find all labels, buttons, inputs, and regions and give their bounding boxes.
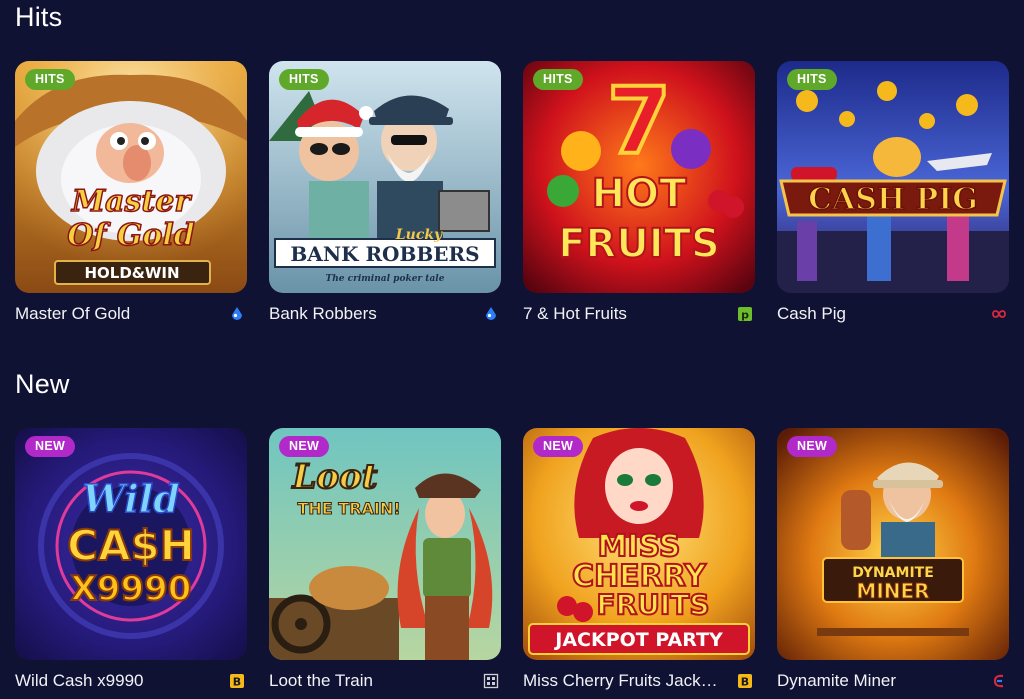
game-lobby: Hits Master Of Gold HOLD&WIN HITS Master… (0, 0, 1024, 699)
game-info: Dynamite Miner (777, 671, 1009, 693)
game-card-bank-robbers[interactable]: BANK ROBBERS Lucky The criminal poker ta… (269, 61, 501, 323)
svg-text:JACKPOT PARTY: JACKPOT PARTY (553, 629, 723, 651)
svg-text:CA$H: CA$H (67, 521, 195, 570)
game-title[interactable]: 7 & Hot Fruits (523, 304, 723, 324)
game-title[interactable]: Miss Cherry Fruits Jackp… (523, 671, 723, 691)
game-card-wild-cash-x9990[interactable]: Wild CA$H X9990 NEW Wild Cash x9990 B (15, 428, 247, 690)
game-thumbnail[interactable]: Wild CA$H X9990 NEW (15, 428, 247, 660)
game-title[interactable]: Cash Pig (777, 304, 977, 324)
game-card-cash-pig[interactable]: CASH PIG HITS Cash Pig (777, 61, 1009, 323)
b-provider-icon: B (229, 673, 245, 689)
game-card-loot-the-train[interactable]: Loot THE TRAIN! NEW Loot the Train (269, 428, 501, 690)
game-title[interactable]: Master Of Gold (15, 304, 215, 324)
game-card-master-of-gold[interactable]: Master Of Gold HOLD&WIN HITS Master Of G… (15, 61, 247, 323)
svg-text:CASH PIG: CASH PIG (808, 182, 978, 217)
new-badge: NEW (787, 436, 838, 457)
game-thumbnail[interactable]: Loot THE TRAIN! NEW (269, 428, 501, 660)
game-info: Cash Pig (777, 304, 1009, 326)
svg-text:FRUITS: FRUITS (558, 221, 720, 267)
hits-badge: HITS (787, 69, 837, 90)
game-thumbnail[interactable]: CASH PIG HITS (777, 61, 1009, 293)
svg-text:7: 7 (607, 68, 671, 175)
svg-text:X9990: X9990 (71, 569, 192, 609)
game-thumbnail[interactable]: MISS CHERRY FRUITS JACKPOT PARTY NEW (523, 428, 755, 660)
game-title[interactable]: Wild Cash x9990 (15, 671, 215, 691)
p-provider-icon: p (737, 306, 753, 322)
wild-cash-artwork: Wild CA$H X9990 (15, 428, 247, 660)
svg-text:Lucky: Lucky (395, 227, 443, 243)
game-title[interactable]: Dynamite Miner (777, 671, 977, 691)
game-info: Master Of Gold (15, 304, 247, 326)
master-of-gold-artwork: Master Of Gold HOLD&WIN (15, 61, 247, 293)
hits-badge: HITS (533, 69, 583, 90)
game-info: Wild Cash x9990 B (15, 671, 247, 693)
blue-drop-provider-icon (229, 306, 245, 322)
svg-text:THE TRAIN!: THE TRAIN! (297, 499, 400, 518)
hits-section-title: Hits (15, 2, 63, 32)
grid-provider-icon (483, 673, 499, 689)
svg-text:Master: Master (71, 184, 192, 219)
hits-games-row: Master Of Gold HOLD&WIN HITS Master Of G… (15, 61, 1015, 331)
svg-text:BANK ROBBERS: BANK ROBBERS (290, 242, 479, 266)
new-badge: NEW (25, 436, 76, 457)
game-thumbnail[interactable]: DYNAMITE MINER NEW (777, 428, 1009, 660)
game-card-dynamite-miner[interactable]: DYNAMITE MINER NEW Dynamite Miner (777, 428, 1009, 690)
new-badge: NEW (279, 436, 330, 457)
hot-fruits-artwork: 7 HOT FRUITS (523, 61, 755, 293)
new-badge: NEW (533, 436, 584, 457)
svg-text:The criminal poker tale: The criminal poker tale (326, 274, 445, 284)
game-info: Miss Cherry Fruits Jackp… B (523, 671, 755, 693)
game-thumbnail[interactable]: 7 HOT FRUITS HITS (523, 61, 755, 293)
new-games-row: Wild CA$H X9990 NEW Wild Cash x9990 B Lo… (15, 428, 1015, 698)
svg-text:Of Gold: Of Gold (67, 218, 195, 253)
dynamite-miner-artwork: DYNAMITE MINER (777, 428, 1009, 660)
infinity-provider-icon (991, 306, 1007, 322)
e-provider-icon (991, 673, 1007, 689)
loot-the-train-artwork: Loot THE TRAIN! (269, 428, 501, 660)
game-title[interactable]: Bank Robbers (269, 304, 469, 324)
svg-text:B: B (741, 676, 749, 689)
hits-badge: HITS (25, 69, 75, 90)
game-thumbnail[interactable]: Master Of Gold HOLD&WIN HITS (15, 61, 247, 293)
new-section-title: New (15, 369, 70, 399)
cash-pig-artwork: CASH PIG (777, 61, 1009, 293)
game-info: 7 & Hot Fruits p (523, 304, 755, 326)
hits-badge: HITS (279, 69, 329, 90)
bank-robbers-artwork: BANK ROBBERS Lucky The criminal poker ta… (269, 61, 501, 293)
game-title[interactable]: Loot the Train (269, 671, 469, 691)
b-provider-icon: B (737, 673, 753, 689)
svg-text:Wild: Wild (82, 476, 179, 521)
svg-text:HOT: HOT (592, 171, 687, 217)
game-info: Loot the Train (269, 671, 501, 693)
svg-text:FRUITS: FRUITS (596, 588, 709, 621)
blue-drop-provider-icon (483, 306, 499, 322)
svg-text:HOLD&WIN: HOLD&WIN (84, 264, 179, 282)
svg-text:MINER: MINER (856, 579, 929, 603)
miss-cherry-fruits-artwork: MISS CHERRY FRUITS JACKPOT PARTY (523, 428, 755, 660)
game-card-miss-cherry-fruits[interactable]: MISS CHERRY FRUITS JACKPOT PARTY NEW Mis… (523, 428, 755, 690)
svg-text:Loot: Loot (292, 457, 378, 497)
game-info: Bank Robbers (269, 304, 501, 326)
svg-text:p: p (741, 309, 749, 322)
game-thumbnail[interactable]: BANK ROBBERS Lucky The criminal poker ta… (269, 61, 501, 293)
game-card-7-hot-fruits[interactable]: 7 HOT FRUITS HITS 7 & Hot Fruits p (523, 61, 755, 323)
svg-text:B: B (233, 676, 241, 689)
